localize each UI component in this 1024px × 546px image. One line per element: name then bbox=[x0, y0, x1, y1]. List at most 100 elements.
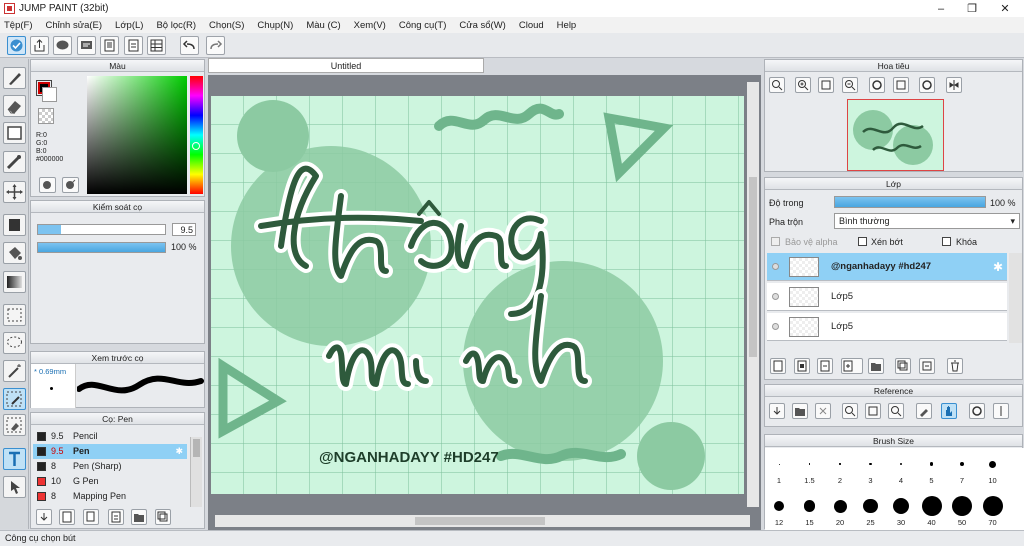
menu-edit[interactable]: Chỉnh sửa(E) bbox=[46, 20, 103, 31]
menu-capture[interactable]: Chụp(N) bbox=[257, 20, 293, 31]
brush-copy-button[interactable] bbox=[155, 509, 171, 525]
brush-size-option[interactable]: 70 bbox=[979, 490, 1007, 530]
ref-zoom-out-button[interactable] bbox=[888, 403, 904, 419]
hue-slider[interactable] bbox=[190, 76, 203, 194]
select-rect-tool[interactable] bbox=[3, 122, 26, 144]
visibility-icon[interactable] bbox=[772, 293, 779, 300]
saturation-value-picker[interactable] bbox=[87, 76, 187, 194]
gear-icon[interactable]: ✱ bbox=[993, 260, 1003, 274]
brush-folder-button[interactable] bbox=[131, 509, 147, 525]
select-pen-tool[interactable] bbox=[3, 388, 26, 410]
hand-tool[interactable] bbox=[3, 476, 26, 498]
layer-row[interactable]: Lớp5 bbox=[767, 283, 1007, 311]
canvas-vscroll[interactable] bbox=[747, 82, 759, 507]
brush-size-option[interactable]: 1.5 bbox=[796, 448, 824, 488]
menu-filter[interactable]: Bộ lọc(R) bbox=[156, 20, 196, 31]
fill-tool[interactable] bbox=[3, 214, 26, 236]
move-tool[interactable] bbox=[3, 181, 26, 203]
quick-mask-button[interactable] bbox=[7, 36, 26, 55]
minimize-button[interactable]: – bbox=[924, 0, 958, 17]
gradient-tool[interactable] bbox=[3, 271, 26, 293]
page-button[interactable] bbox=[100, 36, 119, 55]
brush-list-scrollbar[interactable] bbox=[190, 437, 202, 507]
delete-layer-button[interactable] bbox=[947, 358, 963, 374]
brush-size-option[interactable]: 20 bbox=[826, 490, 854, 530]
blend-mode-select[interactable]: Bình thường ▾ bbox=[834, 213, 1020, 229]
brush-size-option[interactable]: 5 bbox=[918, 448, 946, 488]
duplicate-brush-button[interactable] bbox=[83, 509, 99, 525]
canvas-hscroll-thumb[interactable] bbox=[415, 517, 545, 525]
brush-list-item[interactable]: 10 G Pen bbox=[33, 474, 187, 489]
grid-button[interactable] bbox=[147, 36, 166, 55]
redo-button[interactable] bbox=[206, 36, 225, 55]
document-tab[interactable]: Untitled bbox=[208, 58, 484, 73]
brush-size-slider[interactable] bbox=[37, 224, 166, 235]
transparent-color-swatch[interactable] bbox=[38, 108, 54, 124]
brush-size-option[interactable]: 1 bbox=[765, 448, 793, 488]
layer-row[interactable]: Lớp5 bbox=[767, 313, 1007, 341]
artwork-canvas[interactable]: @NGANHADAYY #HD247 bbox=[211, 96, 744, 494]
nav-flip-button[interactable] bbox=[946, 77, 962, 93]
brush-size-input[interactable]: 9.5 bbox=[172, 223, 196, 236]
menu-layer[interactable]: Lớp(L) bbox=[115, 20, 143, 31]
eraser-tool[interactable] bbox=[3, 95, 26, 117]
brush-size-option[interactable]: 10 bbox=[979, 448, 1007, 488]
layer-opacity-slider[interactable] bbox=[834, 196, 986, 208]
undo-button[interactable] bbox=[180, 36, 199, 55]
brush-size-option[interactable]: 12 bbox=[765, 490, 793, 530]
pen-tool[interactable] bbox=[3, 151, 26, 173]
restore-button[interactable]: ❐ bbox=[955, 0, 989, 17]
nav-fit-button[interactable] bbox=[818, 77, 834, 93]
brush-tool[interactable] bbox=[3, 67, 26, 89]
lasso-tool[interactable] bbox=[3, 332, 26, 354]
color-picker-button[interactable] bbox=[62, 177, 79, 193]
canvas-area[interactable]: @NGANHADAYY #HD247 bbox=[208, 75, 761, 530]
brush-size-option[interactable]: 25 bbox=[857, 490, 885, 530]
download-brush-button[interactable] bbox=[36, 509, 52, 525]
layer-folder-button[interactable] bbox=[868, 358, 884, 374]
brush-size-option[interactable]: 2 bbox=[826, 448, 854, 488]
ref-rotate-button[interactable] bbox=[969, 403, 985, 419]
clipping-checkbox[interactable] bbox=[858, 237, 867, 246]
nav-rotate-left-button[interactable] bbox=[869, 77, 885, 93]
comment-button[interactable] bbox=[53, 36, 72, 55]
text-tool[interactable] bbox=[3, 448, 26, 470]
merge-layer-button[interactable] bbox=[919, 358, 935, 374]
brush-size-option[interactable]: 3 bbox=[857, 448, 885, 488]
ref-zoom-in-button[interactable] bbox=[842, 403, 858, 419]
visibility-icon[interactable] bbox=[772, 323, 779, 330]
menu-help[interactable]: Help bbox=[557, 20, 577, 31]
menu-tools[interactable]: Công cụ(T) bbox=[399, 20, 447, 31]
nav-rotate-right-button[interactable] bbox=[919, 77, 935, 93]
menu-color[interactable]: Màu (C) bbox=[306, 20, 340, 31]
nav-zoom-out-button[interactable] bbox=[842, 77, 858, 93]
brush-list-item[interactable]: 8 Mapping Pen bbox=[33, 489, 187, 504]
magic-wand-tool[interactable] bbox=[3, 360, 26, 382]
marquee-tool[interactable] bbox=[3, 304, 26, 326]
brush-size-option[interactable]: 7 bbox=[948, 448, 976, 488]
canvas-vscroll-thumb[interactable] bbox=[749, 177, 757, 357]
protect-alpha-checkbox[interactable] bbox=[771, 237, 780, 246]
lock-checkbox[interactable] bbox=[942, 237, 951, 246]
nav-zoom-in-button[interactable] bbox=[795, 77, 811, 93]
export-button[interactable] bbox=[30, 36, 49, 55]
duplicate-layer-button[interactable] bbox=[895, 358, 911, 374]
ref-open-button[interactable] bbox=[792, 403, 808, 419]
ref-fit-button[interactable] bbox=[865, 403, 881, 419]
menu-view[interactable]: Xem(V) bbox=[354, 20, 386, 31]
layer-list-scrollbar[interactable] bbox=[1009, 253, 1022, 343]
brush-list-item[interactable]: 9.5 Pencil bbox=[33, 429, 187, 444]
new-halftone-layer-button[interactable] bbox=[817, 358, 833, 374]
brush-list-item[interactable]: 8 Pen (Sharp) bbox=[33, 459, 187, 474]
bucket-tool[interactable] bbox=[3, 242, 26, 264]
gear-icon[interactable]: ✱ bbox=[175, 444, 183, 459]
menu-file[interactable]: Tệp(F) bbox=[4, 20, 33, 31]
new-raster-layer-button[interactable] bbox=[794, 358, 810, 374]
layer-row[interactable]: @nganhadayy #hd247 ✱ bbox=[767, 253, 1007, 281]
brush-settings-button[interactable] bbox=[108, 509, 124, 525]
select-eraser-tool[interactable] bbox=[3, 414, 26, 436]
new-layer-button[interactable] bbox=[770, 358, 786, 374]
hue-handle[interactable] bbox=[192, 142, 200, 150]
ref-hand-button[interactable] bbox=[941, 403, 957, 419]
ref-close-button[interactable] bbox=[815, 403, 831, 419]
